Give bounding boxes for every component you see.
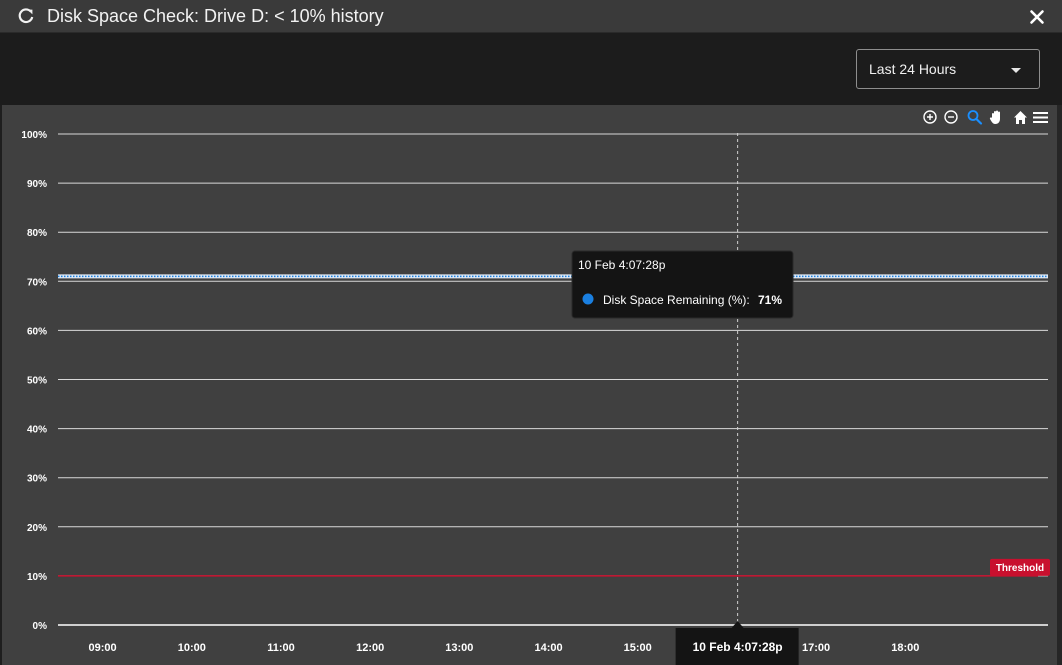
threshold-badge: Threshold xyxy=(990,558,1050,576)
y-tick-label: 80% xyxy=(27,228,47,239)
tooltip-time: 10 Feb 4:07:28p xyxy=(578,258,666,272)
y-tick-label: 20% xyxy=(27,523,47,534)
tooltip-series-label: Disk Space Remaining (%): xyxy=(603,293,750,307)
threshold-label: Threshold xyxy=(996,563,1044,574)
x-tick-label: 10:00 xyxy=(178,642,206,654)
y-tick-label: 90% xyxy=(27,179,47,190)
x-tick-label: 11:00 xyxy=(267,642,295,654)
y-tick-label: 100% xyxy=(21,130,47,141)
chart-toolbar-bar: Last 24 Hours xyxy=(0,33,1062,105)
x-tick-label: 09:00 xyxy=(89,642,117,654)
time-range-value: Last 24 Hours xyxy=(869,61,957,77)
magnifier-icon[interactable] xyxy=(967,110,983,125)
zoom-in-icon[interactable] xyxy=(923,110,937,124)
chevron-down-icon xyxy=(1011,68,1021,73)
refresh-icon[interactable] xyxy=(17,7,35,25)
chart-tooltip: 10 Feb 4:07:28p Disk Space Remaining (%)… xyxy=(571,250,794,319)
home-icon[interactable] xyxy=(1014,111,1027,124)
x-tick-label: 15:00 xyxy=(624,642,652,654)
pan-hand-icon[interactable] xyxy=(989,110,1000,125)
chart-grid xyxy=(58,133,1048,626)
x-tick-label: 13:00 xyxy=(445,642,473,654)
window-title: Disk Space Check: Drive D: < 10% history xyxy=(47,6,384,26)
crosshair-x-label-text: 10 Feb 4:07:28p xyxy=(693,640,783,654)
disk-space-chart[interactable]: 0% 10% 20% 30% 40% 50% 60% 70% 80% 90% 100% 09:00 1… xyxy=(2,105,1057,665)
menu-icon[interactable] xyxy=(1033,112,1048,123)
tooltip-series-marker xyxy=(582,293,594,305)
adjacent-panel-edge xyxy=(1057,105,1062,665)
window-titlebar: Disk Space Check: Drive D: < 10% history xyxy=(0,0,1062,33)
chart-zoom-toolbar xyxy=(923,110,1048,125)
y-tick-label: 30% xyxy=(27,474,47,485)
y-tick-label: 10% xyxy=(27,572,47,583)
y-tick-label: 60% xyxy=(27,326,47,337)
zoom-out-icon[interactable] xyxy=(944,110,958,124)
y-tick-label: 70% xyxy=(27,277,47,288)
chart-panel: 0% 10% 20% 30% 40% 50% 60% 70% 80% 90% 100% 09:00 1… xyxy=(2,105,1057,665)
y-tick-label: 40% xyxy=(27,425,47,436)
y-axis-ticks: 0% 10% 20% 30% 40% 50% 60% 70% 80% 90% 100% xyxy=(21,130,47,632)
x-tick-label: 14:00 xyxy=(534,642,562,654)
y-tick-label: 0% xyxy=(33,621,48,632)
crosshair-x-label: 10 Feb 4:07:28p xyxy=(675,621,799,665)
time-range-select[interactable]: Last 24 Hours xyxy=(856,49,1040,89)
y-tick-label: 50% xyxy=(27,376,47,387)
tooltip-value: 71% xyxy=(758,293,782,307)
x-tick-label: 12:00 xyxy=(356,642,384,654)
x-tick-label: 17:00 xyxy=(802,642,830,654)
x-tick-label: 18:00 xyxy=(891,642,919,654)
close-icon[interactable] xyxy=(1026,6,1048,28)
